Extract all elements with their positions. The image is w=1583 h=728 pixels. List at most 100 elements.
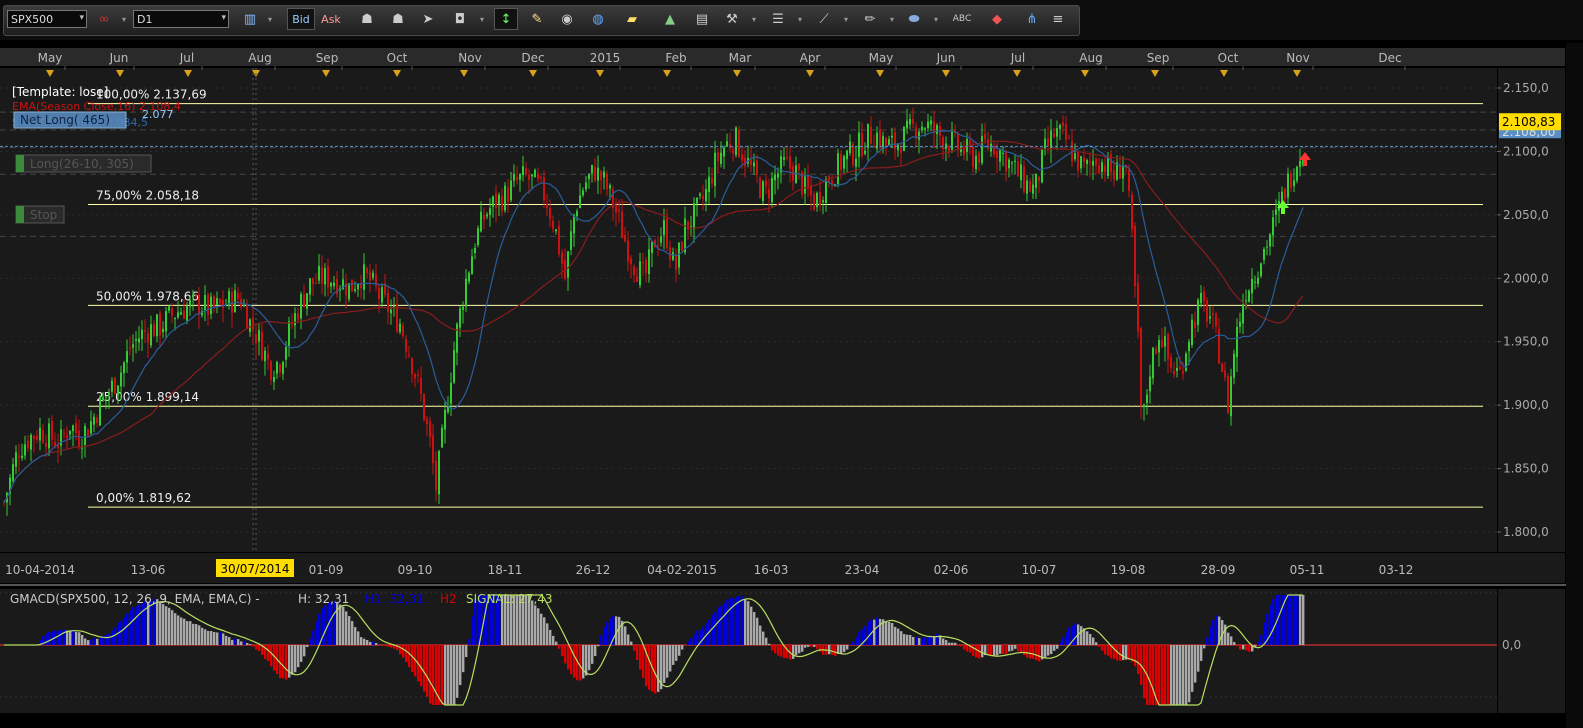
line-icon[interactable]: ↕ <box>494 8 518 30</box>
macd-bar <box>312 630 315 645</box>
ellipse-icon[interactable]: ⬬ <box>902 8 926 30</box>
candle-body <box>120 372 122 387</box>
ruler-icon[interactable]: ▰ <box>620 8 644 30</box>
cursor-icon[interactable]: ➤ <box>416 8 440 30</box>
macd-bar <box>120 620 123 645</box>
template-label: [Template: lose] <box>12 85 108 99</box>
candle-body <box>255 334 257 344</box>
macd-bar <box>48 631 51 645</box>
eraser-icon[interactable]: ◆ <box>985 8 1009 30</box>
eye-icon[interactable]: ◉ <box>555 8 579 30</box>
indicators-dropdown-icon[interactable]: ▾ <box>748 8 760 30</box>
candle-body <box>219 299 221 304</box>
ask-button[interactable]: Ask <box>317 8 345 30</box>
macd-bar <box>765 637 768 645</box>
candle-body <box>774 174 776 181</box>
candle-body <box>1017 161 1019 177</box>
macd-bar <box>1164 645 1167 705</box>
macd-bar <box>357 631 360 645</box>
candlestick-dropdown-icon[interactable]: ▾ <box>264 8 276 30</box>
symbol-select[interactable]: SPX500 ▾ <box>7 10 87 28</box>
tree-icon[interactable]: ⋔ <box>1020 8 1044 30</box>
candle-body <box>324 268 326 285</box>
candle-body <box>1113 170 1115 180</box>
candle-body <box>750 159 752 166</box>
macd-bar <box>669 645 672 672</box>
candle-body <box>783 157 785 160</box>
candle-body <box>609 185 611 189</box>
candle-body <box>423 393 425 420</box>
symbol-value: SPX500 <box>11 13 54 26</box>
macd-bar <box>354 627 357 645</box>
person-alt-icon[interactable]: ☗ <box>386 8 410 30</box>
candle-body <box>231 291 233 313</box>
month-label: Oct <box>1218 51 1239 65</box>
macd-bar <box>726 599 729 645</box>
ellipse-dropdown-icon[interactable]: ▾ <box>930 8 942 30</box>
macd-bar <box>681 645 684 650</box>
menu-icon[interactable]: ≡ <box>1046 8 1070 30</box>
long-order-badge[interactable]: Long(26-10, 305) <box>15 154 152 173</box>
candle-body <box>636 276 638 282</box>
candle-body <box>561 252 563 264</box>
macd-bar <box>999 645 1002 654</box>
text-icon[interactable]: ABC <box>950 8 974 30</box>
candle-body <box>159 313 161 336</box>
candle-body <box>249 319 251 333</box>
candle-body <box>789 155 791 169</box>
candle-body <box>303 294 305 308</box>
chart-window-icon[interactable]: ▤ <box>690 8 714 30</box>
macd-bar <box>948 642 951 645</box>
link-dropdown-icon[interactable]: ▾ <box>118 8 130 30</box>
pencil-dropdown-icon[interactable]: ▾ <box>886 8 898 30</box>
macd-bar <box>255 645 258 650</box>
crosshair-dropdown-icon[interactable]: ▾ <box>476 8 488 30</box>
macd-bar <box>675 645 678 661</box>
net-long-badge[interactable]: Net Long( 465) <box>13 111 127 129</box>
macd-bar <box>1182 645 1185 705</box>
candle-body <box>354 289 356 291</box>
candle-body <box>624 234 626 242</box>
date-label: 19-08 <box>1111 563 1146 577</box>
macd-bar <box>750 606 753 645</box>
candle-body <box>960 146 962 153</box>
globe-icon[interactable]: ◍ <box>586 8 610 30</box>
macd-bar <box>213 632 216 645</box>
candle-body <box>558 225 560 255</box>
macd-bar <box>945 640 948 645</box>
lines-icon[interactable]: ☰ <box>766 8 790 30</box>
macd-bar <box>96 638 99 645</box>
chart-up-icon[interactable]: ▲ <box>658 8 682 30</box>
candle-body <box>1242 304 1244 324</box>
candle-body <box>837 153 839 185</box>
person-icon[interactable]: ☗ <box>355 8 379 30</box>
macd-bar <box>963 645 966 650</box>
candle-body <box>657 245 659 247</box>
macd-bar <box>906 634 909 645</box>
indicators-icon[interactable]: ⚒ <box>720 8 744 30</box>
crosshair-icon[interactable]: ◘ <box>448 8 472 30</box>
notepad-icon[interactable]: ✎ <box>525 8 549 30</box>
candle-body <box>1062 122 1064 127</box>
timeframe-select[interactable]: D1 ▾ <box>133 10 229 28</box>
trend-icon[interactable]: ⟋ <box>812 8 836 30</box>
candle-body <box>210 296 212 315</box>
macd-bar <box>186 621 189 645</box>
month-label: Jul <box>1010 51 1025 65</box>
chart-area[interactable]: May Jun Jul Aug Sep Oct Nov Dec 2015 Feb Mar Apr May… <box>0 43 1583 728</box>
macd-bar <box>1185 645 1188 705</box>
pencil-icon[interactable]: ✏ <box>858 8 882 30</box>
macd-bar <box>618 616 621 645</box>
trend-dropdown-icon[interactable]: ▾ <box>840 8 852 30</box>
candle-body <box>606 173 608 190</box>
candlestick-icon[interactable]: ▥ <box>238 8 262 30</box>
stop-order-badge[interactable]: Stop <box>15 205 65 224</box>
bid-button[interactable]: Bid <box>287 8 315 30</box>
lines-dropdown-icon[interactable]: ▾ <box>794 8 806 30</box>
macd-bar <box>201 627 204 645</box>
macd-bar <box>1170 645 1173 705</box>
macd-bar <box>390 645 393 648</box>
candle-body <box>534 169 536 178</box>
candle-body <box>372 272 374 278</box>
link-icon[interactable]: ∞ <box>92 8 116 30</box>
